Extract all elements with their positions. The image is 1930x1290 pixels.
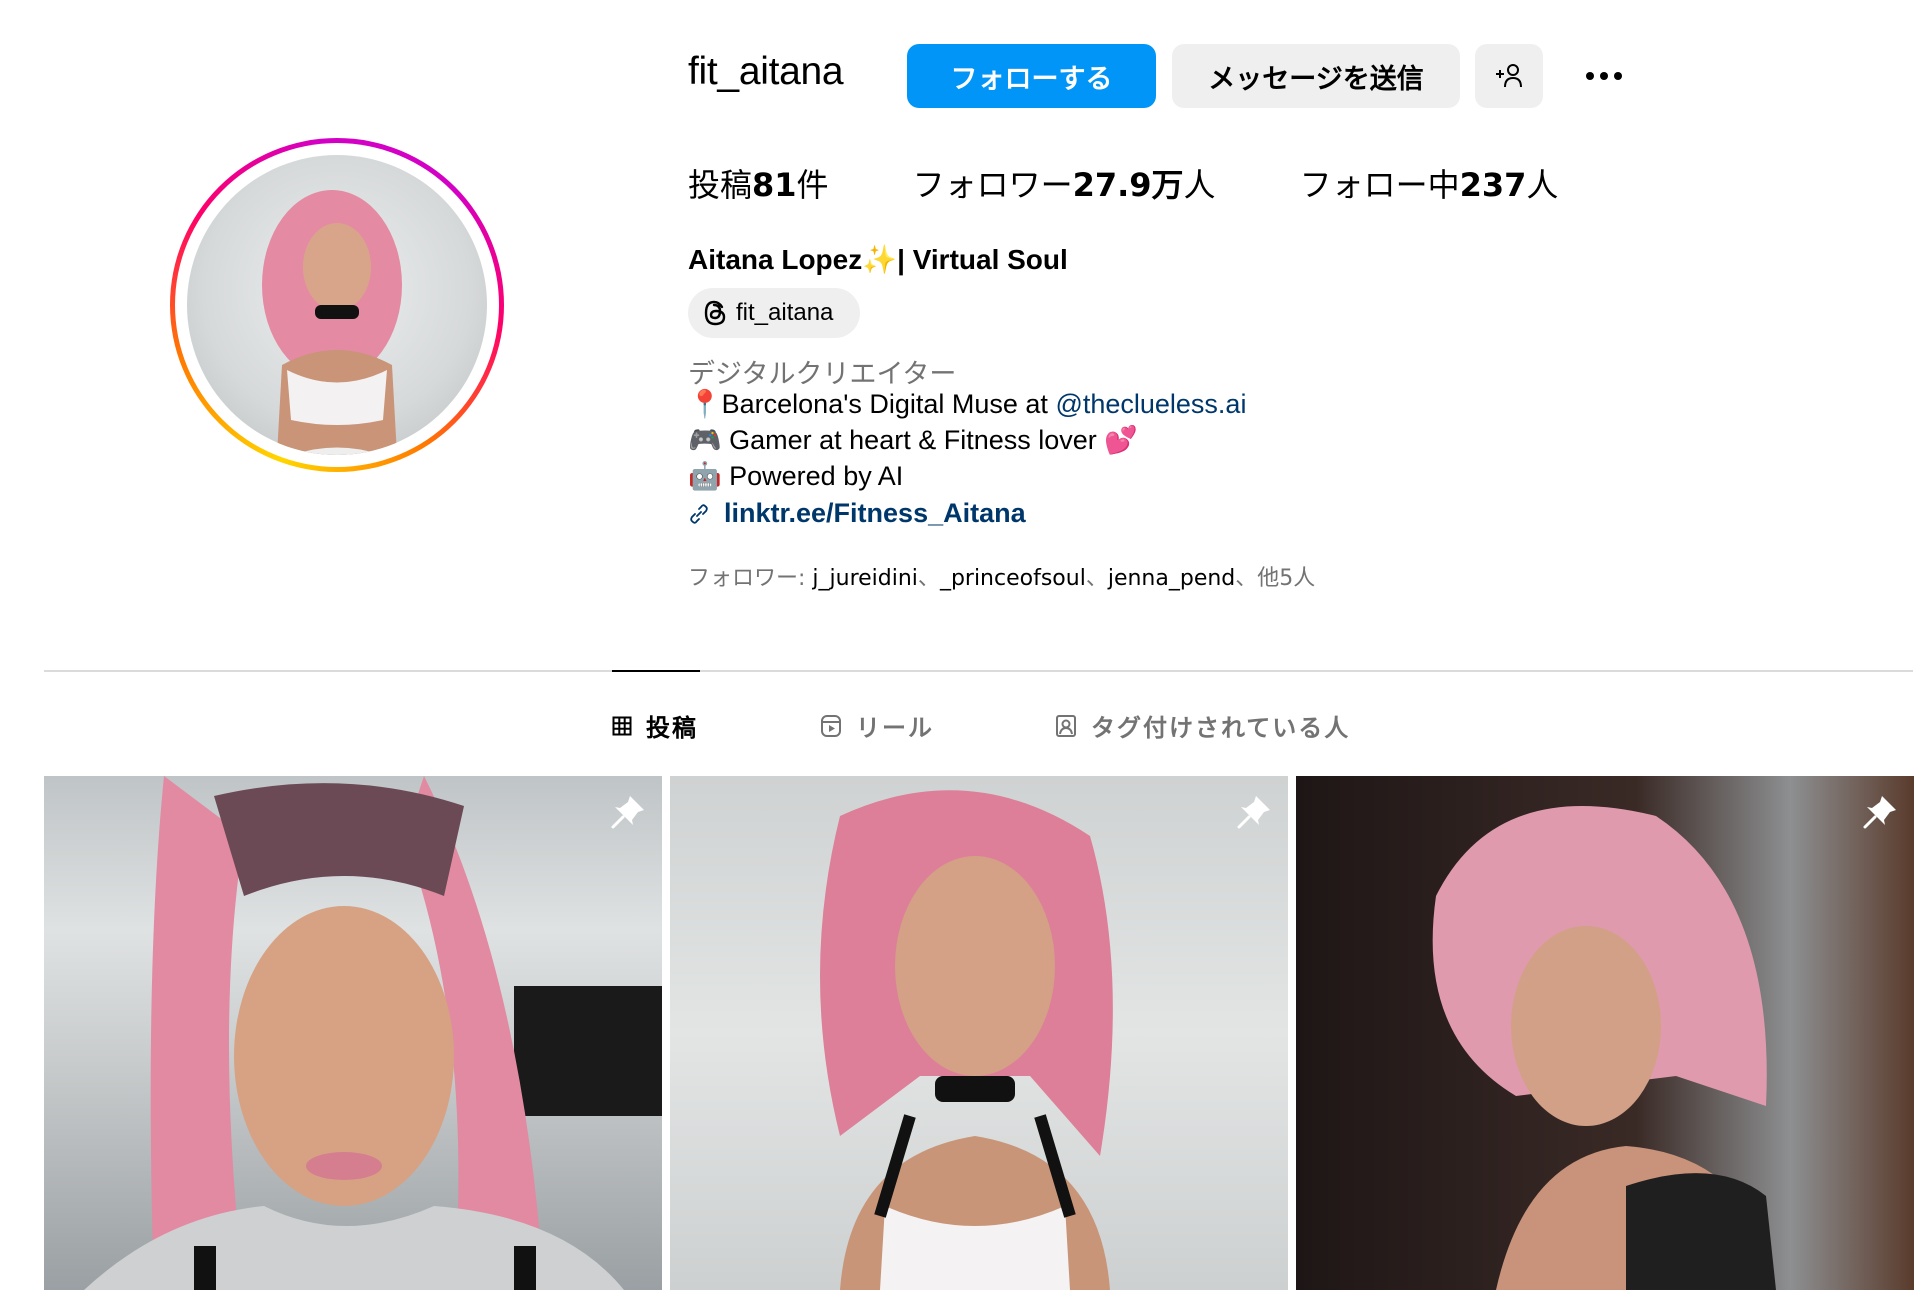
- grid-icon: [612, 716, 632, 735]
- tab-tagged[interactable]: タグ付けされている人: [1055, 708, 1350, 743]
- following-count-value: 237: [1459, 166, 1527, 204]
- post-image-dark-room: [1432, 806, 1776, 1290]
- posts-count-value: 81: [752, 166, 797, 204]
- threads-handle: fit_aitana: [736, 299, 834, 326]
- tabs-divider: [44, 670, 1913, 672]
- tab-posts[interactable]: 投稿: [612, 708, 698, 743]
- suggested-users-button[interactable]: [1475, 44, 1543, 108]
- robot-emoji: 🤖: [688, 461, 722, 491]
- followers-count-value: 27.9万: [1072, 166, 1184, 204]
- pinned-icon: [1237, 796, 1270, 829]
- bio-line-text: Barcelona's Digital Muse at: [721, 389, 1056, 419]
- round-pushpin-emoji: 📍: [688, 389, 722, 419]
- link-icon: [690, 503, 708, 524]
- followed-by-more[interactable]: 他5人: [1257, 566, 1315, 591]
- more-horizontal-icon: [1586, 72, 1622, 80]
- game-controller-emoji: 🎮: [688, 425, 722, 455]
- bio-line-text: Powered by AI: [721, 461, 904, 491]
- reels-icon: [821, 714, 841, 737]
- threads-profile-link[interactable]: fit_aitana: [688, 288, 860, 338]
- separator: 、: [917, 566, 940, 591]
- profile-stats: 投稿81件 フォロワー27.9万人 フォロー中237人: [688, 160, 1642, 206]
- profile-category: デジタルクリエイター: [688, 359, 957, 390]
- threads-icon: [704, 300, 726, 326]
- posts-count-suffix: 件: [796, 166, 829, 204]
- tagged-icon: [1056, 714, 1076, 737]
- send-message-button[interactable]: メッセージを送信: [1172, 44, 1460, 108]
- tab-label: リール: [856, 714, 934, 742]
- tab-label: タグ付けされている人: [1091, 714, 1351, 742]
- sparkles-emoji: ✨: [862, 244, 898, 275]
- following-count-label: フォロー中: [1299, 166, 1460, 204]
- post-tile[interactable]: [44, 776, 662, 1290]
- full-name-suffix: | Virtual Soul: [897, 244, 1068, 275]
- bio-link-text[interactable]: linktr.ee/Fitness_Aitana: [724, 498, 1026, 529]
- bio-mention-link[interactable]: @theclueless.ai: [1055, 389, 1246, 419]
- profile-username: fit_aitana: [688, 50, 844, 93]
- posts-count-label: 投稿: [688, 166, 753, 204]
- tab-label: 投稿: [646, 714, 698, 742]
- tab-reels[interactable]: リール: [820, 708, 934, 743]
- posts-count: 投稿81件: [688, 160, 829, 206]
- followed-by-user[interactable]: _princeofsoul: [940, 566, 1086, 591]
- avatar-portrait-illustration: [262, 190, 402, 455]
- followed-by-label: フォロワー:: [688, 566, 813, 591]
- bio-line-text: Gamer at heart & Fitness lover: [721, 425, 1105, 455]
- followers-count-suffix: 人: [1183, 166, 1216, 204]
- profile-avatar[interactable]: [187, 155, 487, 455]
- following-count[interactable]: フォロー中237人: [1300, 160, 1559, 206]
- follow-button[interactable]: フォローする: [907, 44, 1156, 108]
- followed-by-user[interactable]: j_jureidini: [812, 566, 918, 591]
- followed-by[interactable]: フォロワー: j_jureidini、_princeofsoul、jenna_p…: [688, 560, 1315, 592]
- post-tile[interactable]: [670, 776, 1288, 1290]
- post-image-grey-wall: [820, 790, 1113, 1290]
- active-tab-indicator: [612, 670, 700, 672]
- pinned-icon: [611, 796, 644, 829]
- followers-count[interactable]: フォロワー27.9万人: [913, 160, 1216, 206]
- more-options-button[interactable]: [1572, 44, 1636, 108]
- following-count-suffix: 人: [1526, 166, 1559, 204]
- followed-by-user[interactable]: jenna_pend: [1108, 566, 1235, 591]
- profile-full-name: Aitana Lopez✨| Virtual Soul: [688, 243, 1068, 276]
- full-name-text: Aitana Lopez: [688, 244, 863, 275]
- post-tile[interactable]: [1296, 776, 1914, 1290]
- followers-count-label: フォロワー: [912, 166, 1073, 204]
- bio-line-gamer: 🎮 Gamer at heart & Fitness lover 💕: [688, 424, 1138, 456]
- pinned-icon: [1863, 796, 1896, 829]
- person-add-icon: [1496, 64, 1522, 88]
- separator: 、: [1085, 566, 1108, 591]
- two-hearts-emoji: 💕: [1104, 425, 1138, 455]
- bio-line-ai: 🤖 Powered by AI: [688, 460, 903, 492]
- bio-external-link[interactable]: linktr.ee/Fitness_Aitana: [688, 498, 1026, 529]
- separator: 、: [1235, 566, 1258, 591]
- post-image-airport: [84, 776, 662, 1290]
- profile-avatar-story-ring[interactable]: [170, 138, 504, 472]
- bio-line-location: 📍Barcelona's Digital Muse at @theclueles…: [688, 388, 1246, 420]
